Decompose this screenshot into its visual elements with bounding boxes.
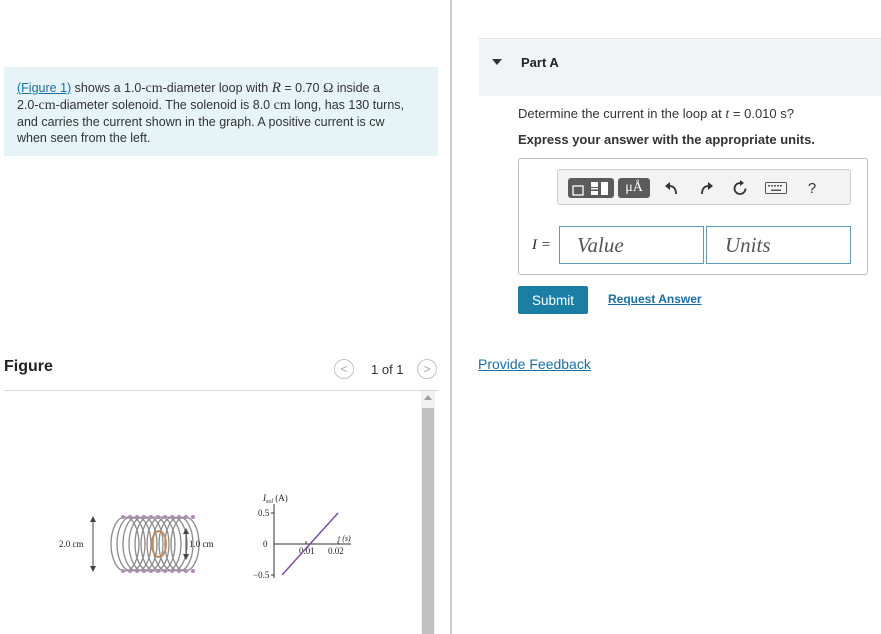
x-axis-label: t (s) [338,534,351,543]
problem-text: = 0.70 [280,81,323,95]
figure-pager: 1 of 1 [371,362,404,377]
problem-text: -diameter loop with [162,81,272,95]
keyboard-icon [765,182,787,194]
next-figure-button[interactable]: > [417,359,437,379]
problem-text: inside a [333,81,380,95]
templates-button[interactable] [568,178,614,198]
math-toolbar: μÅ ? [557,169,851,205]
undo-icon [665,182,677,195]
figure-scrollbar[interactable] [421,391,435,634]
collapse-caret-icon[interactable] [492,59,502,65]
var-I: I = [532,237,551,253]
figure-link[interactable]: (Figure 1) [17,81,71,95]
part-a-instruction: Express your answer with the appropriate… [518,132,815,147]
provide-feedback-link[interactable]: Provide Feedback [478,356,591,372]
answer-box: μÅ ? I = Value Units [518,158,868,275]
prev-figure-button[interactable]: < [334,359,354,379]
current-graph: Isol (A) 0.5 0 −0.5 0.01 0.02 t (s) [253,493,351,580]
scroll-up-icon[interactable] [424,395,432,400]
unit-ohm: Ω [322,81,334,96]
keyboard-button[interactable] [764,178,788,198]
y-tick-top: 0.5 [258,508,270,518]
problem-text: -diameter solenoid. The solenoid is 8.0 [55,98,274,112]
solenoid-illustration: 2.0 cm 1.0 cm [59,515,214,573]
scrollbar-thumb[interactable] [422,408,434,634]
part-a-header[interactable]: Part A [479,38,881,96]
chevron-right-icon: > [423,362,431,376]
unit-cm: cm [273,98,291,113]
question-text: = 0.010 s? [729,106,794,121]
left-pane: (Figure 1) shows a 1.0-cm-diameter loop … [0,0,440,634]
unit-cm: cm [145,81,163,96]
undo-button[interactable] [662,178,682,198]
problem-text: and carries the current shown in the gra… [17,115,385,129]
redo-icon [701,182,713,195]
problem-text: shows a 1.0- [71,81,146,95]
part-a-title: Part A [521,55,559,70]
problem-statement: (Figure 1) shows a 1.0-cm-diameter loop … [4,67,438,156]
templates-icon [572,182,608,196]
pane-divider[interactable] [450,0,452,634]
outer-diameter-label: 2.0 cm [59,539,84,549]
y-tick-bottom: −0.5 [253,570,270,580]
figure-title: Figure [4,358,53,375]
chevron-left-icon: < [340,362,348,376]
problem-text: when seen from the left. [17,131,151,145]
units-input[interactable]: Units [706,226,851,264]
request-answer-link[interactable]: Request Answer [608,292,702,306]
unit-cm: cm [38,98,56,113]
y-tick-zero: 0 [263,539,268,549]
redo-button[interactable] [696,178,716,198]
variable-label: I = [532,236,551,254]
part-a-question: Determine the current in the loop at t =… [518,106,794,123]
question-text: Determine the current in the loop at [518,106,726,121]
value-input[interactable]: Value [559,226,704,264]
reset-button[interactable] [730,178,750,198]
problem-text: 2.0- [17,98,39,112]
reset-icon [733,180,747,195]
x-tick-2: 0.02 [328,546,344,556]
figure-image: 2.0 cm 1.0 cm Isol (A) 0.5 0 −0.5 0.01 0… [59,493,351,580]
units-button[interactable]: μÅ [618,178,650,198]
problem-text: long, has 130 turns, [290,98,404,112]
y-axis-label: Isol (A) [262,493,288,505]
var-R: R [271,80,281,96]
inner-diameter-label: 1.0 cm [189,539,214,549]
figure-header: Figure < 1 of 1 > [4,358,438,391]
submit-button[interactable]: Submit [518,286,588,314]
help-button[interactable]: ? [802,178,822,198]
